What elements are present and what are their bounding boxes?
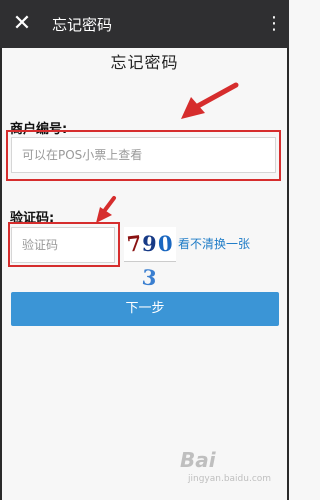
captcha-highlight-box	[8, 222, 120, 267]
watermark-brand: Bai	[180, 448, 216, 472]
page-title: 忘记密码	[110, 53, 179, 72]
close-icon[interactable]: ✕	[10, 12, 34, 36]
top-bar-title: 忘记密码	[52, 16, 113, 34]
refresh-captcha-link[interactable]: 看不清换一张	[178, 235, 250, 252]
captcha-image[interactable]: 7903	[124, 227, 176, 291]
top-bar: ✕ 忘记密码 ⋮	[0, 0, 289, 48]
watermark-logo: Bai jingyan.baidu.com	[180, 448, 280, 492]
screen-edge-right	[287, 48, 289, 500]
watermark-site: jingyan.baidu.com	[188, 474, 272, 484]
merchant-id-highlight-box	[6, 130, 281, 181]
next-step-button[interactable]: 下一步	[11, 292, 279, 326]
captcha-digit: 9	[141, 230, 159, 257]
captcha-digit: 3	[141, 264, 159, 291]
screen-edge-left	[0, 48, 2, 500]
captcha-digit: 0	[157, 230, 175, 257]
more-options-icon[interactable]: ⋮	[265, 12, 283, 36]
